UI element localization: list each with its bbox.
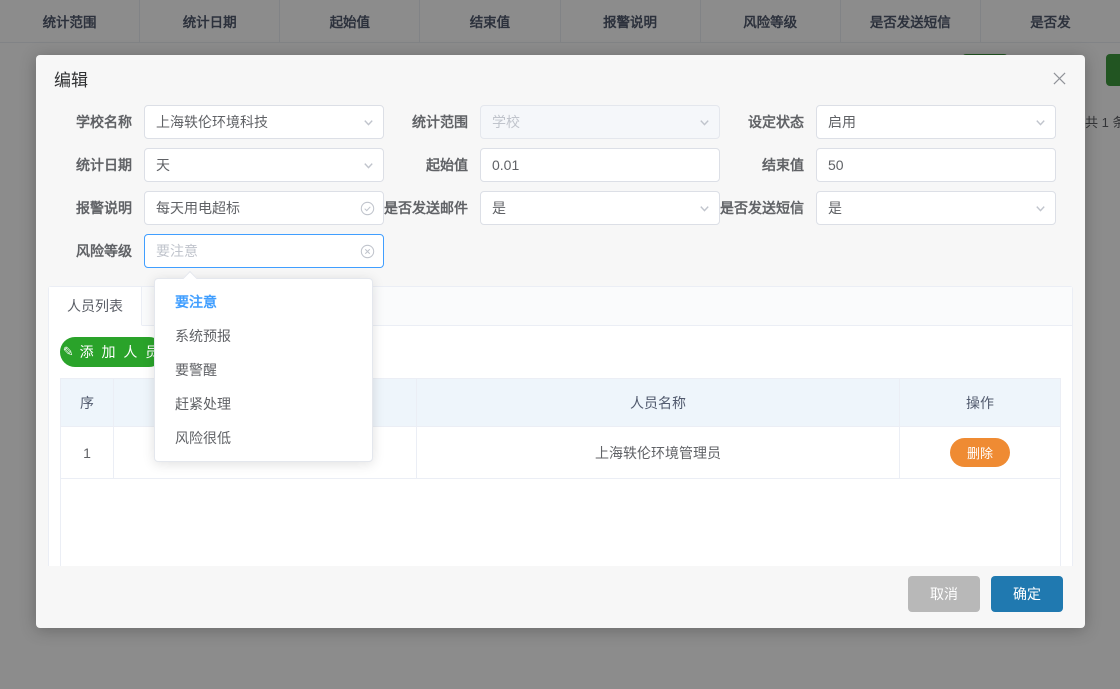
table-cell-actions: 删除 xyxy=(900,427,1060,478)
dropdown-option[interactable]: 要注意 xyxy=(155,285,372,319)
form-row: 风险等级 xyxy=(48,234,1073,268)
risk-level-input[interactable] xyxy=(144,234,384,268)
pencil-icon: ✎ xyxy=(62,344,76,359)
form-item-risk-level: 风险等级 xyxy=(48,234,384,268)
stat-date-select[interactable] xyxy=(144,148,384,182)
send-sms-input[interactable] xyxy=(816,191,1056,225)
risk-level-select[interactable] xyxy=(144,234,384,268)
delete-button[interactable]: 删除 xyxy=(949,438,1010,467)
field-label: 起始值 xyxy=(426,157,468,173)
form-item-start-value: 起始值 xyxy=(384,148,720,182)
send-sms-select[interactable] xyxy=(816,191,1056,225)
confirm-button[interactable]: 确定 xyxy=(991,576,1063,612)
form-row: 报警说明 是否发送邮件 xyxy=(48,191,1073,225)
dropdown-option[interactable]: 赶紧处理 xyxy=(155,387,372,421)
field-label: 统计范围 xyxy=(412,114,468,130)
dialog-title: 编辑 xyxy=(54,70,88,90)
risk-level-dropdown: 要注意 系统预报 要警醒 赶紧处理 风险很低 xyxy=(154,270,373,462)
form-item-alarm-desc: 报警说明 xyxy=(48,191,384,225)
add-person-label: 添 加 人 员 xyxy=(79,344,162,360)
form-item-end-value: 结束值 xyxy=(720,148,1056,182)
end-value-input[interactable] xyxy=(816,148,1056,182)
field-label: 结束值 xyxy=(762,157,804,173)
field-label: 是否发送短信 xyxy=(720,200,804,216)
form-row: 统计日期 起始值 结束值 xyxy=(48,148,1073,182)
dropdown-option[interactable]: 系统预报 xyxy=(155,319,372,353)
field-label: 学校名称 xyxy=(76,114,132,130)
form-row: 学校名称 统计范围 xyxy=(48,105,1073,139)
dropdown-option[interactable]: 风险很低 xyxy=(155,421,372,455)
dropdown-option[interactable]: 要警醒 xyxy=(155,353,372,387)
form-item-send-email: 是否发送邮件 xyxy=(384,191,720,225)
stat-range-input xyxy=(480,105,720,139)
table-column-header-actions: 操作 xyxy=(966,394,994,411)
form-item-send-sms: 是否发送短信 xyxy=(720,191,1056,225)
cancel-button[interactable]: 取消 xyxy=(908,576,980,612)
end-value-field[interactable] xyxy=(816,148,1056,182)
field-label: 报警说明 xyxy=(76,200,132,216)
stat-date-input[interactable] xyxy=(144,148,384,182)
school-name-select[interactable] xyxy=(144,105,384,139)
school-name-input[interactable] xyxy=(144,105,384,139)
field-label: 是否发送邮件 xyxy=(384,200,468,216)
start-value-input[interactable] xyxy=(480,148,720,182)
field-label: 统计日期 xyxy=(76,157,132,173)
alarm-desc-field[interactable] xyxy=(144,191,384,225)
form-item-set-status: 设定状态 xyxy=(720,105,1056,139)
close-icon[interactable] xyxy=(1047,66,1071,90)
set-status-select[interactable] xyxy=(816,105,1056,139)
add-person-button[interactable]: ✎ 添 加 人 员 xyxy=(60,337,164,367)
send-email-select[interactable] xyxy=(480,191,720,225)
tab-person-list[interactable]: 人员列表 xyxy=(49,287,142,326)
alarm-desc-input[interactable] xyxy=(144,191,384,225)
form-item-stat-date: 统计日期 xyxy=(48,148,384,182)
stat-range-select xyxy=(480,105,720,139)
dialog-header: 编辑 xyxy=(36,55,1085,101)
start-value-field[interactable] xyxy=(480,148,720,182)
form-item-school-name: 学校名称 xyxy=(48,105,384,139)
table-cell-seq: 1 xyxy=(61,427,114,478)
send-email-input[interactable] xyxy=(480,191,720,225)
edit-form: 学校名称 统计范围 xyxy=(48,101,1073,283)
form-item-stat-range: 统计范围 xyxy=(384,105,720,139)
table-empty-area xyxy=(61,479,1060,566)
table-column-header-seq: 序 xyxy=(61,379,114,426)
table-column-header-name: 人员名称 xyxy=(417,379,900,426)
field-label: 风险等级 xyxy=(76,243,132,259)
table-cell-name: 上海轶伦环境管理员 xyxy=(417,427,900,478)
dialog-footer: 取消 确定 xyxy=(36,566,1085,628)
field-label: 设定状态 xyxy=(748,114,804,130)
set-status-input[interactable] xyxy=(816,105,1056,139)
